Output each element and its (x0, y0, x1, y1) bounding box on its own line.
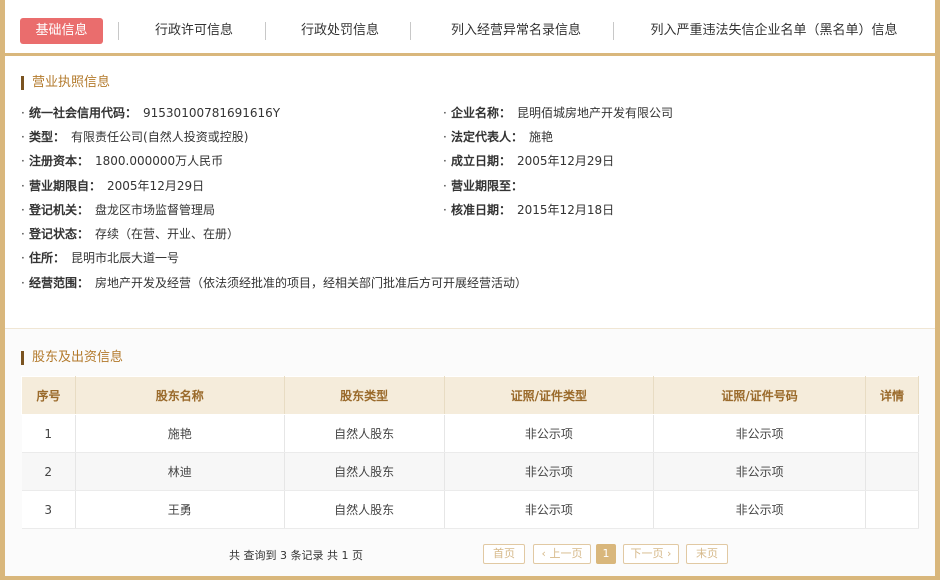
field-label: 住所： (29, 251, 66, 265)
field-label: 统一社会信用代码： (29, 106, 138, 120)
field-value: 施艳 (529, 130, 554, 144)
field-value: 2015年12月18日 (517, 203, 615, 217)
col-header-detail: 详情 (865, 376, 919, 415)
field-value: 存续（在营、开业、在册） (95, 227, 240, 241)
tab-abnormal-list[interactable]: 列入经营异常名录信息 (433, 18, 599, 44)
field-label: 登记状态： (29, 227, 90, 241)
field-authority: · 登记机关： 盘龙区市场监督管理局 (21, 203, 216, 217)
field-label: 法定代表人： (451, 130, 524, 144)
col-header-index: 序号 (21, 376, 76, 415)
field-label: 类型： (29, 130, 66, 144)
col-header-name: 股东名称 (74, 376, 285, 415)
pager-first-button[interactable]: 首页 (483, 544, 525, 564)
tab-blacklist[interactable]: 列入严重违法失信企业名单（黑名单）信息 (641, 18, 907, 44)
tab-admin-license[interactable]: 行政许可信息 (139, 18, 249, 44)
field-company-name: · 企业名称： 昆明佰城房地产开发有限公司 (443, 106, 674, 120)
table-row: 2 林迪 自然人股东 非公示项 非公示项 (21, 452, 919, 491)
field-label: 企业名称： (451, 106, 512, 120)
tab-separator (118, 22, 119, 40)
tab-separator (410, 22, 411, 40)
col-header-cert-no: 证照/证件号码 (653, 376, 866, 415)
field-founded: · 成立日期： 2005年12月29日 (443, 154, 615, 168)
field-value: 房地产开发及经营（依法须经批准的项目，经相关部门批准后方可开展经营活动） (95, 276, 528, 290)
field-value: 2005年12月29日 (107, 179, 205, 193)
cell-detail[interactable] (865, 490, 919, 529)
page-frame: 基础信息 行政许可信息 行政处罚信息 列入经营异常名录信息 列入严重违法失信企业… (0, 0, 940, 580)
pager-page-1[interactable]: 1 (596, 544, 616, 564)
pager-last-button[interactable]: 末页 (686, 544, 728, 564)
cell-detail[interactable] (865, 414, 919, 453)
table-header-row: 序号 股东名称 股东类型 证照/证件类型 证照/证件号码 详情 (21, 376, 919, 415)
cell-name: 施艳 (75, 414, 285, 453)
cell-cert-no: 非公示项 (653, 414, 866, 453)
field-value: 盘龙区市场监督管理局 (95, 203, 216, 217)
pager-summary: 共 查询到 3 条记录 共 1 页 (229, 549, 363, 562)
cell-cert-no: 非公示项 (653, 452, 866, 491)
field-label: 核准日期： (451, 203, 512, 217)
field-legal-rep: · 法定代表人： 施艳 (443, 130, 554, 144)
tab-basic-info[interactable]: 基础信息 (20, 18, 103, 44)
field-label: 经营范围： (29, 276, 90, 290)
field-label: 营业期限自： (29, 179, 102, 193)
field-type: · 类型： 有限责任公司(自然人投资或控股) (21, 130, 249, 144)
field-label: 营业期限至： (451, 179, 524, 193)
field-label: 成立日期： (451, 154, 512, 168)
cell-type: 自然人股东 (284, 490, 445, 529)
col-header-cert-type: 证照/证件类型 (443, 376, 655, 415)
cell-cert-type: 非公示项 (444, 490, 655, 529)
field-value: 91530100781691616Y (143, 106, 281, 120)
pager-prev-button[interactable]: ‹ 上一页 (533, 544, 591, 564)
field-label: 登记机关： (29, 203, 90, 217)
cell-type: 自然人股东 (284, 452, 445, 491)
cell-name: 林迪 (75, 452, 285, 491)
field-scope: · 经营范围： 房地产开发及经营（依法须经批准的项目，经相关部门批准后方可开展经营活… (21, 276, 528, 290)
field-term-to: · 营业期限至： (443, 179, 524, 193)
field-credit-code: · 统一社会信用代码： 91530100781691616Y (21, 106, 281, 120)
cell-index: 2 (21, 452, 76, 491)
field-label: 注册资本： (29, 154, 90, 168)
col-header-type: 股东类型 (283, 376, 445, 415)
field-value: 昆明市北辰大道一号 (71, 251, 180, 265)
cell-detail[interactable] (865, 452, 919, 491)
cell-index: 3 (21, 490, 76, 529)
field-approved: · 核准日期： 2015年12月18日 (443, 203, 615, 217)
cell-index: 1 (21, 414, 76, 453)
field-value: 昆明佰城房地产开发有限公司 (517, 106, 674, 120)
field-capital: · 注册资本： 1800.000000万人民币 (21, 154, 224, 168)
table-row: 1 施艳 自然人股东 非公示项 非公示项 (21, 414, 919, 453)
field-value: 有限责任公司(自然人投资或控股) (71, 130, 249, 144)
table-row: 3 王勇 自然人股东 非公示项 非公示项 (21, 490, 919, 529)
tab-bar: 基础信息 行政许可信息 行政处罚信息 列入经营异常名录信息 列入严重违法失信企业… (5, 0, 935, 56)
shareholder-table: 序号 股东名称 股东类型 证照/证件类型 证照/证件号码 详情 1 施艳 自然人… (21, 376, 919, 529)
cell-cert-type: 非公示项 (444, 452, 655, 491)
field-value: 2005年12月29日 (517, 154, 615, 168)
cell-name: 王勇 (75, 490, 285, 529)
field-value: 1800.000000万人民币 (95, 154, 224, 168)
cell-type: 自然人股东 (284, 414, 445, 453)
field-term-from: · 营业期限自： 2005年12月29日 (21, 179, 205, 193)
section-title-shareholders: 股东及出资信息 (21, 351, 123, 365)
field-status: · 登记状态： 存续（在营、开业、在册） (21, 227, 240, 241)
tab-separator (613, 22, 614, 40)
section-title-license: 营业执照信息 (21, 76, 110, 90)
field-address: · 住所： 昆明市北辰大道一号 (21, 251, 180, 265)
pager-next-button[interactable]: 下一页 › (623, 544, 679, 564)
tab-admin-penalty[interactable]: 行政处罚信息 (285, 18, 395, 44)
cell-cert-type: 非公示项 (444, 414, 655, 453)
tab-separator (265, 22, 266, 40)
cell-cert-no: 非公示项 (653, 490, 866, 529)
